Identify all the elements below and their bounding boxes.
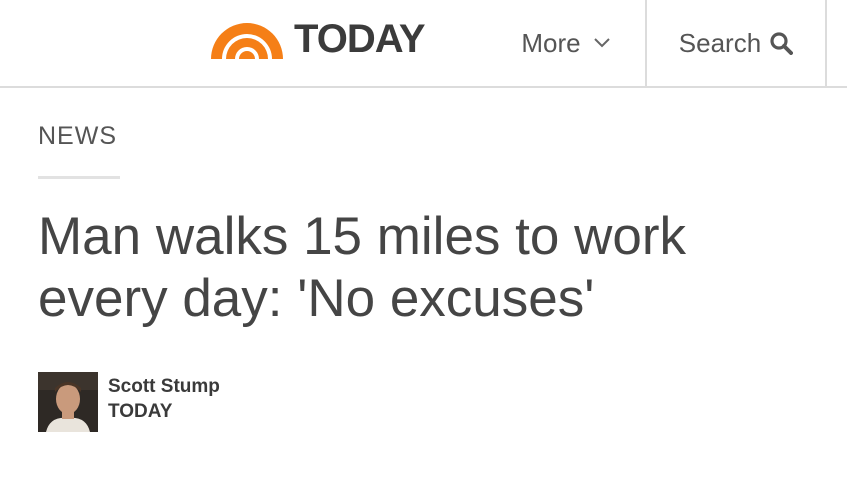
page: TODAY More Search NEWS Man walks 15 mile… bbox=[0, 0, 847, 488]
site-header: TODAY More Search bbox=[0, 0, 847, 88]
chevron-down-icon bbox=[593, 38, 610, 48]
today-logo-link[interactable]: TODAY bbox=[208, 14, 426, 64]
byline-text: Scott Stump TODAY bbox=[108, 372, 220, 432]
author-outlet: TODAY bbox=[108, 401, 173, 422]
section-divider bbox=[38, 176, 120, 179]
search-button[interactable]: Search bbox=[645, 0, 827, 86]
section-label[interactable]: NEWS bbox=[38, 122, 117, 151]
article-headline: Man walks 15 miles to work every day: 'N… bbox=[38, 207, 686, 328]
more-label: More bbox=[521, 27, 581, 58]
magnifier-icon bbox=[770, 32, 794, 55]
author-name[interactable]: Scott Stump bbox=[108, 375, 220, 399]
today-rainbow-logo-icon bbox=[211, 23, 283, 59]
search-label: Search bbox=[678, 27, 762, 58]
author-avatar[interactable] bbox=[38, 372, 98, 432]
byline: Scott Stump TODAY bbox=[38, 372, 220, 432]
more-menu-button[interactable]: More bbox=[488, 0, 644, 86]
logo-wordmark: TODAY bbox=[294, 17, 426, 61]
